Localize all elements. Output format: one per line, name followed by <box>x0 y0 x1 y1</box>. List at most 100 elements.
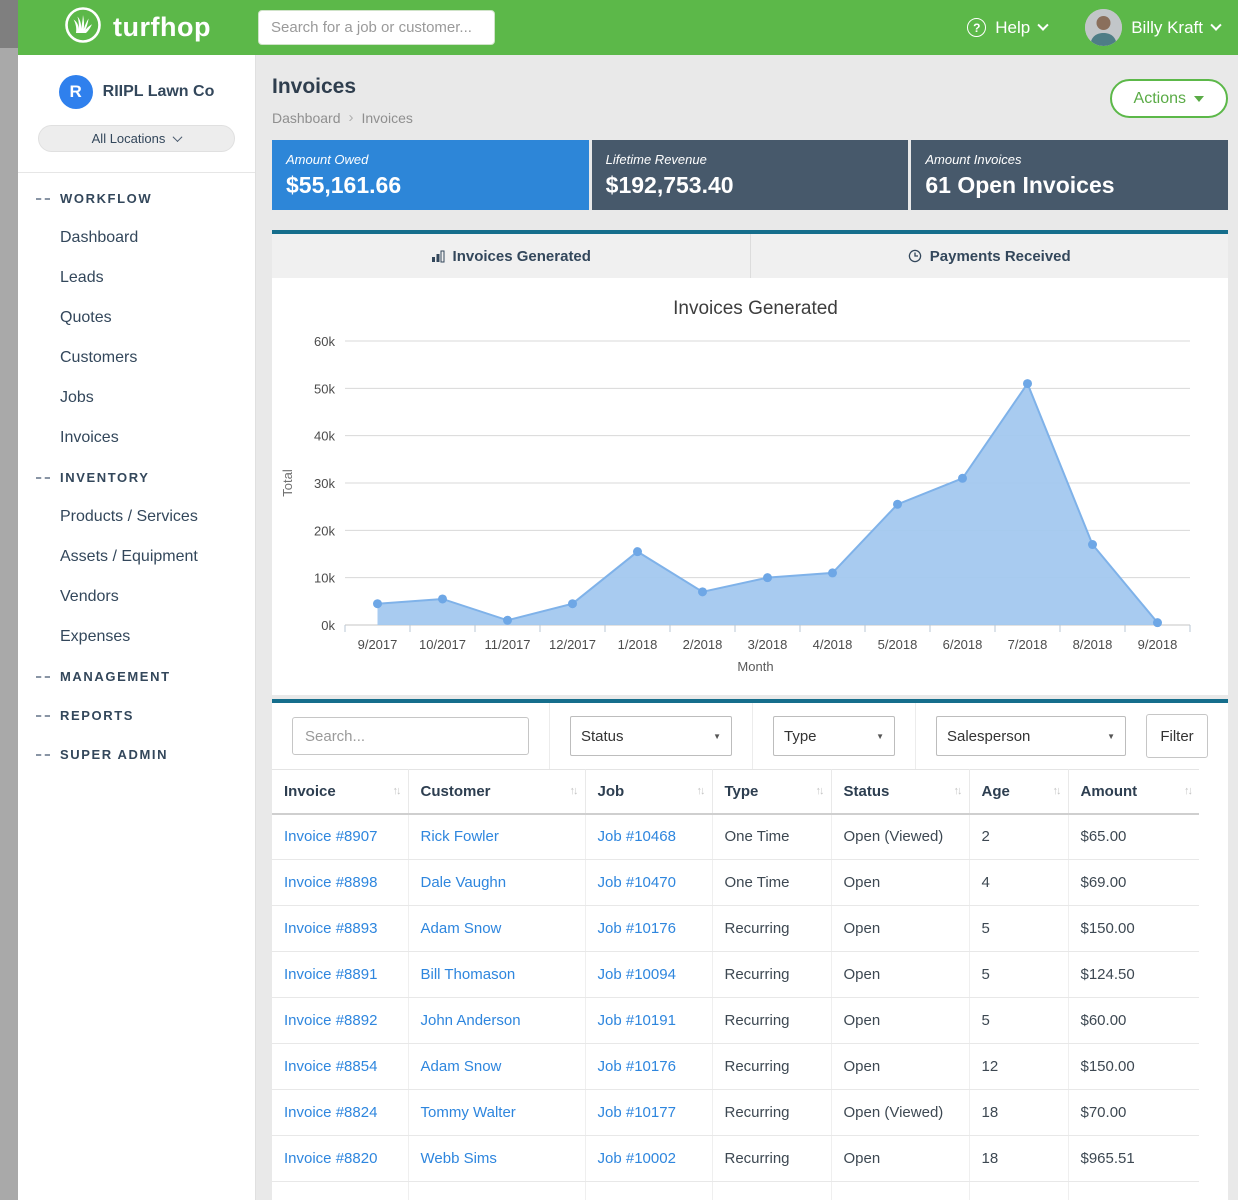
sidebar-item-leads[interactable]: Leads <box>18 258 255 298</box>
invoice-link[interactable]: Invoice #8820 <box>284 1150 377 1167</box>
customer-link[interactable]: Tommy Walter <box>421 1104 516 1121</box>
sidebar-item-customers[interactable]: Customers <box>18 338 255 378</box>
breadcrumb-current: Invoices <box>362 110 413 126</box>
actions-button[interactable]: Actions <box>1110 79 1228 118</box>
sidebar-item-expenses[interactable]: Expenses <box>18 617 255 657</box>
type-select-value: Type <box>784 728 817 745</box>
customer-cell: John Anderson <box>408 998 585 1044</box>
status-select[interactable]: Status▼ <box>570 716 732 756</box>
sidebar-section-workflow[interactable]: WORKFLOW <box>18 179 255 218</box>
job-link[interactable]: Job #10470 <box>598 874 676 891</box>
caret-down-icon <box>1194 96 1204 102</box>
amount-cell: $124.50 <box>1068 952 1199 998</box>
table-search-input[interactable] <box>292 717 529 755</box>
sidebar-section-super-admin[interactable]: SUPER ADMIN <box>18 735 255 774</box>
sort-icon[interactable]: ↑↓ <box>816 785 823 797</box>
age-cell: 4 <box>969 860 1068 906</box>
invoice-link[interactable]: Invoice #8824 <box>284 1104 377 1121</box>
column-header-customer[interactable]: Customer↑↓ <box>408 770 585 814</box>
sidebar-item-vendors[interactable]: Vendors <box>18 577 255 617</box>
breadcrumb: Dashboard › Invoices <box>272 109 413 126</box>
type-cell: One Time <box>712 860 831 906</box>
global-search-input[interactable] <box>258 10 495 45</box>
invoice-cell: Invoice #8820 <box>272 1136 408 1182</box>
customer-link[interactable]: Dale Vaughn <box>421 874 507 891</box>
tab-payments-received[interactable]: Payments Received <box>750 234 1229 278</box>
status-cell: Open <box>831 1136 969 1182</box>
invoice-link[interactable]: Invoice #8854 <box>284 1058 377 1075</box>
age-cell: 5 <box>969 906 1068 952</box>
age-cell: 5 <box>969 998 1068 1044</box>
select-arrow-icon: ▼ <box>1107 732 1115 741</box>
sidebar-section-label: MANAGEMENT <box>60 669 171 684</box>
company-switcher[interactable]: R RIIPL Lawn Co <box>18 75 255 109</box>
sort-icon[interactable]: ↑↓ <box>393 785 400 797</box>
column-header-invoice[interactable]: Invoice↑↓ <box>272 770 408 814</box>
sidebar-item-dashboard[interactable]: Dashboard <box>18 218 255 258</box>
customer-link[interactable]: John Anderson <box>421 1012 521 1029</box>
app-page: turfhop ? Help <box>0 0 1238 1200</box>
invoice-link[interactable]: Invoice #8907 <box>284 828 377 845</box>
breadcrumb-dashboard[interactable]: Dashboard <box>272 110 341 126</box>
table-row: Invoice #8824Tommy WalterJob #10177Recur… <box>272 1090 1199 1136</box>
job-link[interactable]: Job #10094 <box>598 966 676 983</box>
sidebar-section-reports[interactable]: REPORTS <box>18 696 255 735</box>
help-circle-icon: ? <box>967 18 986 37</box>
salesperson-select[interactable]: Salesperson▼ <box>936 716 1126 756</box>
user-menu[interactable]: Billy Kraft <box>1085 9 1220 46</box>
empty-cell <box>831 1182 969 1200</box>
invoice-link[interactable]: Invoice #8898 <box>284 874 377 891</box>
sidebar-item-invoices[interactable]: Invoices <box>18 418 255 458</box>
sort-icon[interactable]: ↑↓ <box>570 785 577 797</box>
column-header-label: Age <box>982 783 1010 800</box>
chevron-down-icon <box>1038 19 1049 30</box>
customer-link[interactable]: Rick Fowler <box>421 828 499 845</box>
customer-link[interactable]: Bill Thomason <box>421 966 516 983</box>
sort-icon[interactable]: ↑↓ <box>697 785 704 797</box>
sidebar-item-quotes[interactable]: Quotes <box>18 298 255 338</box>
left-scrollbar[interactable] <box>0 0 18 1200</box>
sidebar-section-management[interactable]: MANAGEMENT <box>18 657 255 696</box>
customer-link[interactable]: Adam Snow <box>421 920 502 937</box>
column-header-job[interactable]: Job↑↓ <box>585 770 712 814</box>
location-selector[interactable]: All Locations <box>38 125 235 152</box>
select-arrow-icon: ▼ <box>876 732 884 741</box>
sort-icon[interactable]: ↑↓ <box>1053 785 1060 797</box>
tab-label: Payments Received <box>930 248 1071 265</box>
invoice-link[interactable]: Invoice #8893 <box>284 920 377 937</box>
column-header-type[interactable]: Type↑↓ <box>712 770 831 814</box>
stat-label: Amount Owed <box>286 152 575 167</box>
help-menu[interactable]: ? Help <box>967 18 1047 38</box>
type-cell: Recurring <box>712 998 831 1044</box>
sort-icon[interactable]: ↑↓ <box>954 785 961 797</box>
column-header-amount[interactable]: Amount↑↓ <box>1068 770 1199 814</box>
actions-button-label: Actions <box>1134 90 1186 108</box>
column-header-age[interactable]: Age ↑↓ <box>969 770 1068 814</box>
customer-link[interactable]: Webb Sims <box>421 1150 497 1167</box>
sidebar-item-assets-equipment[interactable]: Assets / Equipment <box>18 537 255 577</box>
brand-logo[interactable]: turfhop <box>18 5 256 50</box>
job-link[interactable]: Job #10468 <box>598 828 676 845</box>
sidebar-section-inventory[interactable]: INVENTORY <box>18 458 255 497</box>
sidebar-section-label: INVENTORY <box>60 470 150 485</box>
job-link[interactable]: Job #10176 <box>598 1058 676 1075</box>
svg-text:12/2017: 12/2017 <box>549 637 596 652</box>
brand-name: turfhop <box>113 12 211 43</box>
sidebar-item-products-services[interactable]: Products / Services <box>18 497 255 537</box>
filter-type-cell: Type ▼ <box>752 703 915 769</box>
left-scrollbar-thumb[interactable] <box>0 0 18 48</box>
job-link[interactable]: Job #10002 <box>598 1150 676 1167</box>
invoice-link[interactable]: Invoice #8891 <box>284 966 377 983</box>
sort-icon[interactable]: ↑↓ <box>1184 785 1191 797</box>
svg-text:10/2017: 10/2017 <box>419 637 466 652</box>
job-link[interactable]: Job #10191 <box>598 1012 676 1029</box>
sidebar-item-jobs[interactable]: Jobs <box>18 378 255 418</box>
tab-invoices-generated[interactable]: Invoices Generated <box>272 234 750 278</box>
customer-link[interactable]: Adam Snow <box>421 1058 502 1075</box>
column-header-status[interactable]: Status↑↓ <box>831 770 969 814</box>
job-link[interactable]: Job #10177 <box>598 1104 676 1121</box>
type-select[interactable]: Type ▼ <box>773 716 895 756</box>
filter-button[interactable]: Filter <box>1146 714 1208 758</box>
job-link[interactable]: Job #10176 <box>598 920 676 937</box>
invoice-link[interactable]: Invoice #8892 <box>284 1012 377 1029</box>
